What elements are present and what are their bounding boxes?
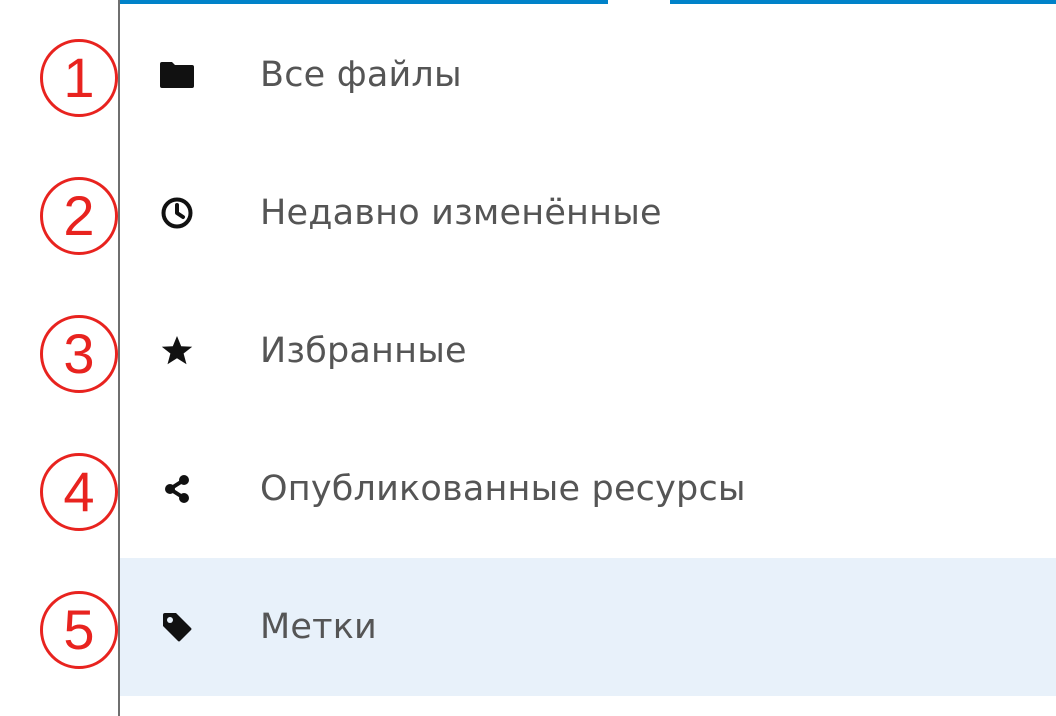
tag-icon xyxy=(160,610,194,644)
screenshot-canvas: Все файлы Недавно изменённые Избранные О… xyxy=(0,0,1056,716)
top-border-right xyxy=(670,0,1056,4)
nav-item-label: Опубликованные ресурсы xyxy=(260,469,746,509)
nav-item-shared[interactable]: Опубликованные ресурсы xyxy=(120,420,1056,558)
annotation-marker-4: 4 xyxy=(40,453,118,531)
annotation-marker-5: 5 xyxy=(40,591,118,669)
annotation-marker-2: 2 xyxy=(40,177,118,255)
folder-icon xyxy=(160,58,194,92)
annotation-marker-1: 1 xyxy=(40,39,118,117)
top-border-left xyxy=(118,0,608,4)
nav-item-favorites[interactable]: Избранные xyxy=(120,282,1056,420)
nav-item-all-files[interactable]: Все файлы xyxy=(120,6,1056,144)
star-icon xyxy=(160,334,194,368)
nav-item-label: Недавно изменённые xyxy=(260,193,662,233)
files-navigation: Все файлы Недавно изменённые Избранные О… xyxy=(120,6,1056,696)
clock-icon xyxy=(160,196,194,230)
share-icon xyxy=(160,472,194,506)
nav-item-tags[interactable]: Метки xyxy=(120,558,1056,696)
nav-item-recent[interactable]: Недавно изменённые xyxy=(120,144,1056,282)
nav-item-label: Все файлы xyxy=(260,55,462,95)
annotation-marker-3: 3 xyxy=(40,315,118,393)
nav-item-label: Метки xyxy=(260,607,378,647)
nav-item-label: Избранные xyxy=(260,331,467,371)
